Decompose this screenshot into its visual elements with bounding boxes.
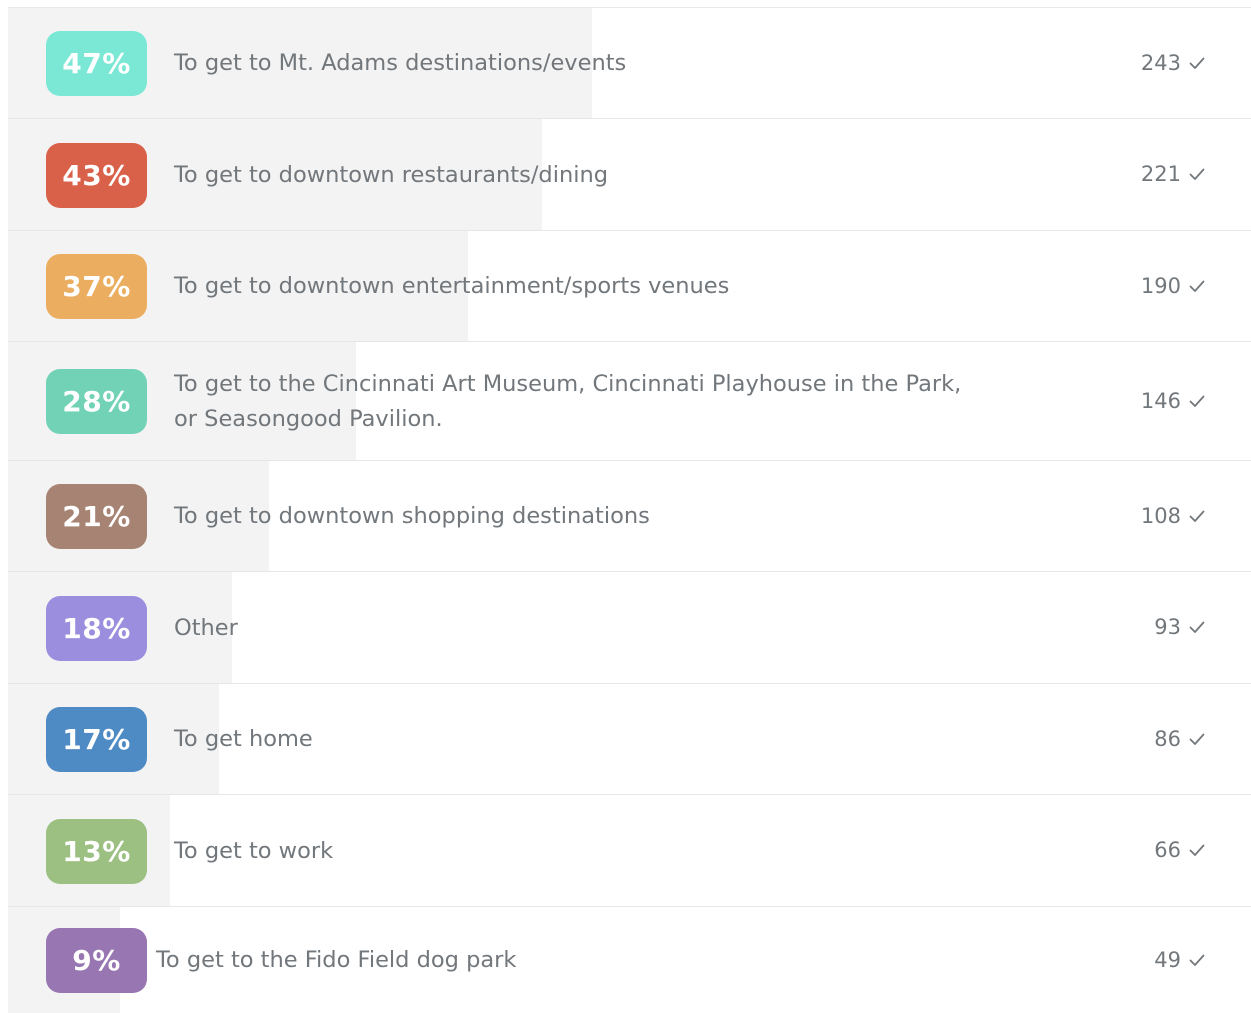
vote-count: 49 <box>1154 948 1205 972</box>
percent-badge: 9% <box>46 928 147 993</box>
result-label-line: To get to work <box>174 838 334 864</box>
vote-count-value: 221 <box>1140 162 1181 186</box>
vote-count-value: 49 <box>1154 948 1181 972</box>
checkmark-icon <box>1189 510 1205 522</box>
vote-count-value: 243 <box>1140 51 1181 75</box>
result-row: 37% To get to downtown entertainment/spor… <box>8 231 1251 342</box>
percent-badge: 28% <box>46 369 147 434</box>
vote-count: 86 <box>1154 727 1205 751</box>
result-label: To get to Mt. Adams destinations/events <box>174 46 626 81</box>
vote-count: 93 <box>1154 615 1205 639</box>
vote-count: 108 <box>1141 504 1205 528</box>
checkmark-icon <box>1189 168 1205 180</box>
result-label-line: Other <box>174 615 238 641</box>
checkmark-icon <box>1189 280 1205 292</box>
result-label: To get to downtown shopping destinations <box>174 499 650 534</box>
result-row: 13% To get to work 66 <box>8 795 1251 907</box>
percent-badge: 47% <box>46 31 147 96</box>
percent-badge: 13% <box>46 819 147 884</box>
result-label-line: To get to Mt. Adams destinations/events <box>174 50 627 76</box>
checkmark-icon <box>1189 57 1205 69</box>
result-label-line: To get to downtown shopping destinations <box>174 503 650 529</box>
vote-count-value: 146 <box>1140 389 1181 413</box>
checkmark-icon <box>1189 621 1205 633</box>
percent-badge: 43% <box>46 143 147 208</box>
vote-count: 221 <box>1141 162 1205 186</box>
checkmark-icon <box>1189 395 1205 407</box>
checkmark-icon <box>1189 844 1205 856</box>
result-label-line: To get home <box>174 726 313 752</box>
percent-badge: 17% <box>46 707 147 772</box>
result-label-line: To get to downtown restaurants/dining <box>174 162 608 188</box>
percent-badge: 18% <box>46 596 147 661</box>
checkmark-icon <box>1189 954 1205 966</box>
vote-count-value: 108 <box>1140 504 1181 528</box>
vote-count: 243 <box>1141 51 1205 75</box>
checkmark-icon <box>1189 733 1205 745</box>
result-label: To get to downtown restaurants/dining <box>174 158 608 193</box>
result-label: To get to work <box>174 834 333 869</box>
result-row: 21% To get to downtown shopping destinati… <box>8 461 1251 572</box>
result-row: 47% To get to Mt. Adams destinations/even… <box>8 8 1251 119</box>
result-row: 18% Other 93 <box>8 572 1251 684</box>
result-label-line: To get to downtown entertainment/sports … <box>174 273 730 299</box>
vote-count-value: 190 <box>1140 274 1181 298</box>
result-label: To get to the Cincinnati Art Museum, Cin… <box>174 367 961 437</box>
result-label: To get home <box>174 722 313 757</box>
result-label: To get to downtown entertainment/sports … <box>174 269 729 304</box>
result-label: Other <box>174 611 238 646</box>
poll-results-list: 47% To get to Mt. Adams destinations/even… <box>8 7 1251 1013</box>
vote-count-value: 86 <box>1154 727 1181 751</box>
result-label-line: To get to the Fido Field dog park <box>156 947 517 973</box>
percent-badge: 21% <box>46 484 147 549</box>
vote-count-value: 93 <box>1154 615 1181 639</box>
result-row: 43% To get to downtown restaurants/dining… <box>8 119 1251 231</box>
result-label-line: or Seasongood Pavilion. <box>174 406 443 432</box>
vote-count: 66 <box>1154 838 1205 862</box>
vote-count: 146 <box>1141 389 1205 413</box>
percent-badge: 37% <box>46 254 147 319</box>
result-row: 17% To get home 86 <box>8 684 1251 795</box>
result-label-line: To get to the Cincinnati Art Museum, Cin… <box>174 371 962 397</box>
vote-count: 190 <box>1141 274 1205 298</box>
result-row: 28% To get to the Cincinnati Art Museum, … <box>8 342 1251 461</box>
vote-count-value: 66 <box>1154 838 1181 862</box>
result-row: 9% To get to the Fido Field dog park 49 <box>8 907 1251 1013</box>
result-label: To get to the Fido Field dog park <box>156 943 516 978</box>
